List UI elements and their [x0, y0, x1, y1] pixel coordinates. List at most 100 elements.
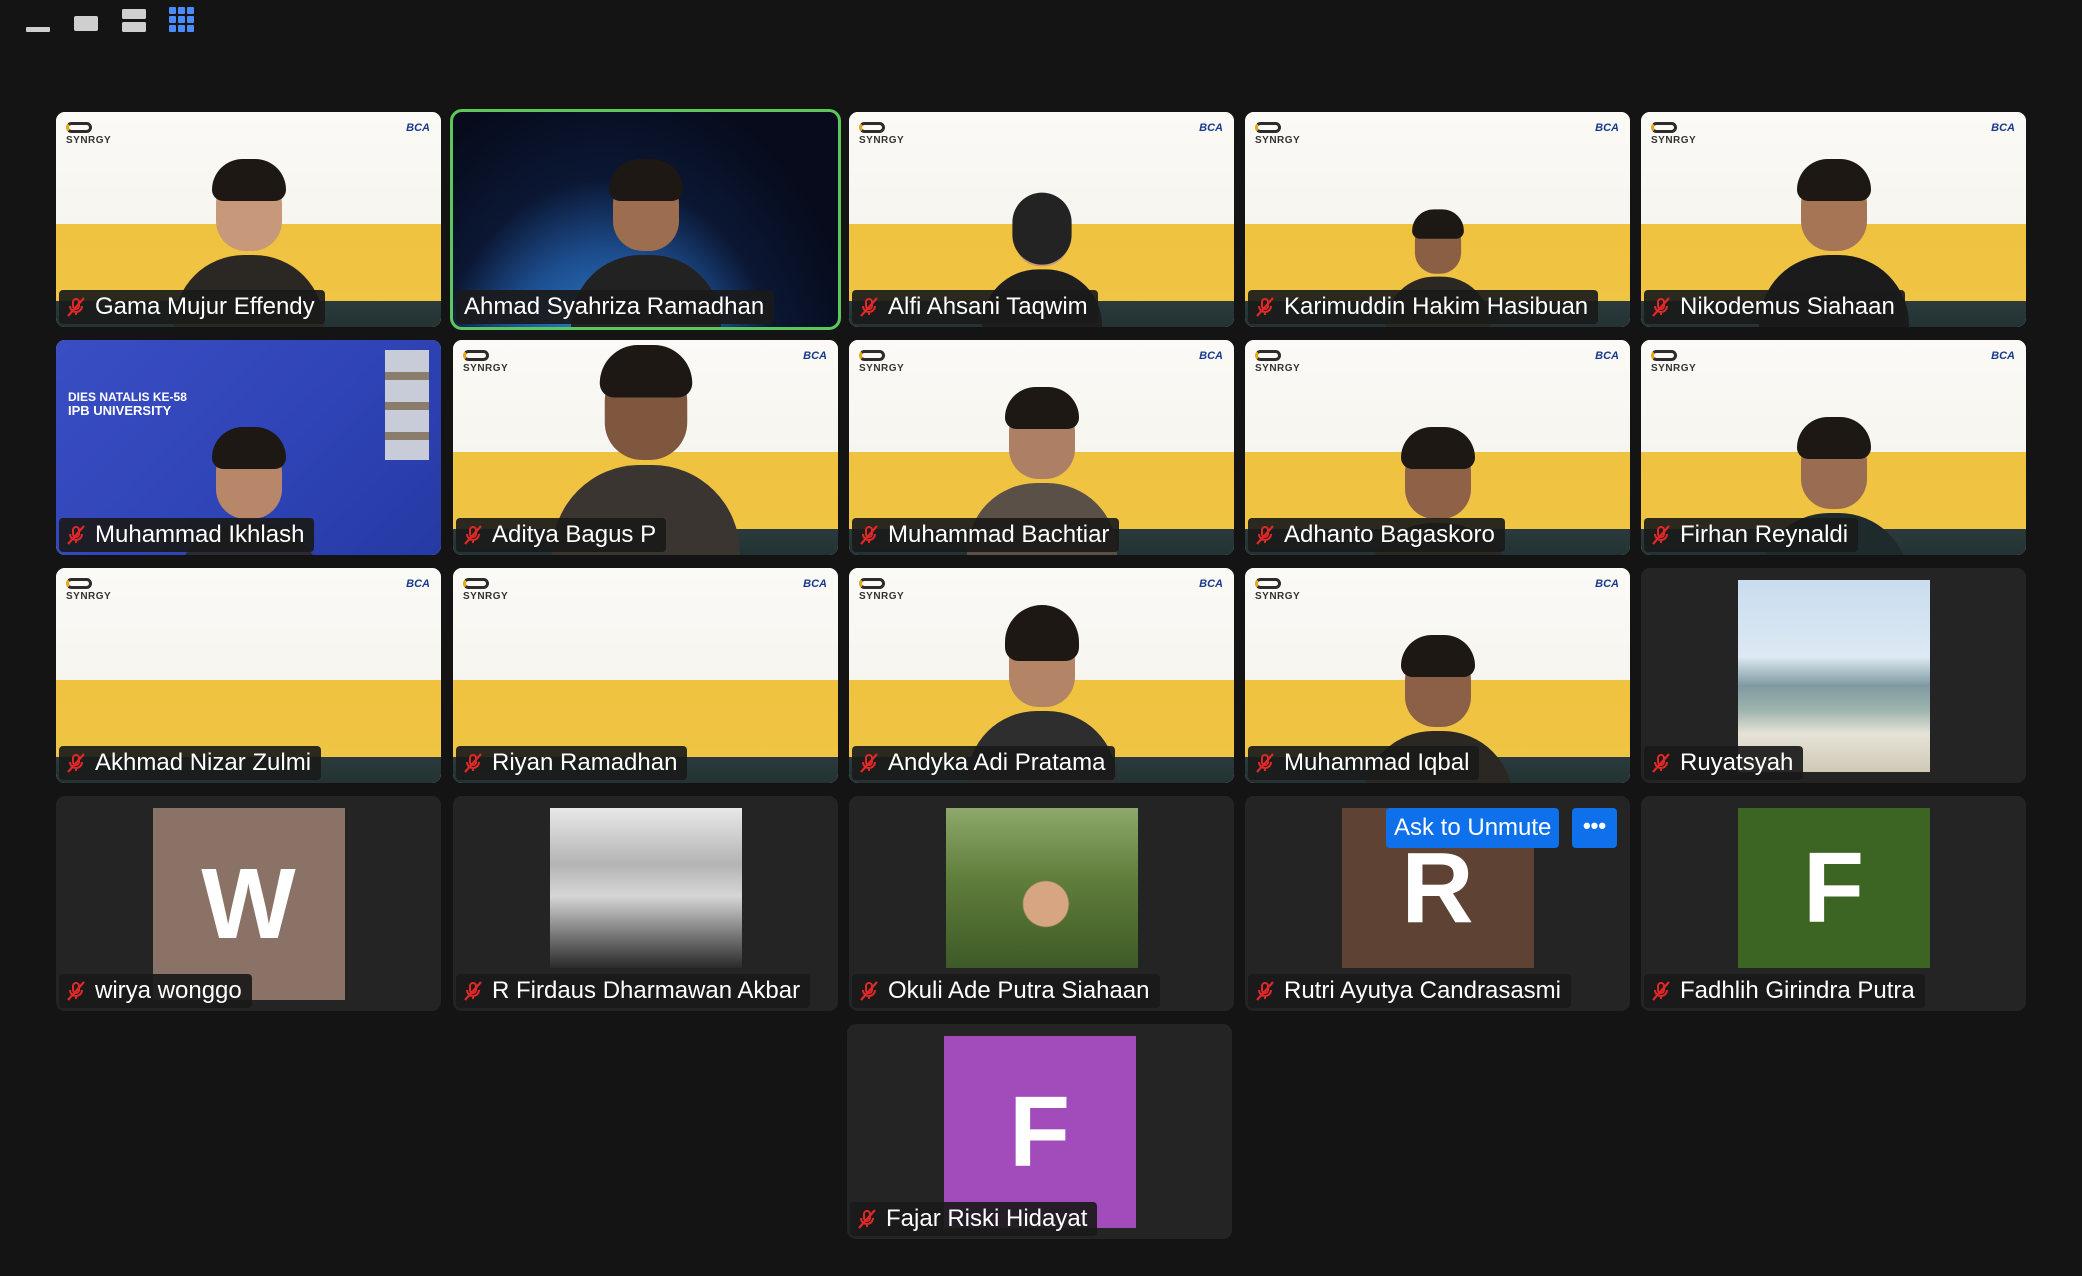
- participant-tile[interactable]: R Ask to Unmute ••• Rutri Ayutya Candras…: [1245, 796, 1630, 1011]
- participant-name-tag: Fadhlih Girindra Putra: [1644, 974, 1925, 1008]
- participant-name: Karimuddin Hakim Hasibuan: [1284, 293, 1589, 320]
- bca-logo: BCA: [1199, 122, 1223, 134]
- synrgy-logo: SYNRGY: [1255, 350, 1300, 374]
- participant-name: Muhammad Ikhlash: [95, 521, 305, 548]
- synrgy-logo: SYNRGY: [66, 578, 111, 602]
- initial-avatar: F: [943, 1036, 1136, 1228]
- participant-tile[interactable]: F Fajar Riski Hidayat: [847, 1024, 1232, 1239]
- participant-name: Ahmad Syahriza Ramadhan: [464, 293, 765, 320]
- mic-muted-icon: [464, 981, 482, 1001]
- mic-muted-icon: [464, 753, 482, 773]
- participant-name-tag: Rutri Ayutya Candrasasmi: [1248, 974, 1572, 1008]
- participant-name-tag: Muhammad Bachtiar: [852, 518, 1120, 552]
- background-caption: DIES NATALIS KE-58 IPB UNIVERSITY: [68, 390, 187, 418]
- participant-name: Aditya Bagus P: [492, 521, 657, 548]
- participant-tile[interactable]: SYNRGY BCA Riyan Ramadhan: [453, 568, 838, 783]
- participant-tile[interactable]: SYNRGY BCA Andyka Adi Pratama: [849, 568, 1234, 783]
- bca-logo: BCA: [1199, 350, 1223, 362]
- participant-name-tag: Gama Mujur Effendy: [59, 290, 325, 324]
- mic-muted-icon: [67, 525, 85, 545]
- participant-tile[interactable]: R Firdaus Dharmawan Akbar: [453, 796, 838, 1011]
- mic-muted-icon: [860, 297, 878, 317]
- participant-tile[interactable]: Okuli Ade Putra Siahaan: [849, 796, 1234, 1011]
- participant-name: Fajar Riski Hidayat: [886, 1205, 1088, 1232]
- participant-tile[interactable]: W wirya wonggo: [56, 796, 441, 1011]
- minimize-view-icon[interactable]: [24, 6, 56, 38]
- synrgy-logo: SYNRGY: [463, 350, 508, 374]
- bca-logo: BCA: [803, 578, 827, 590]
- participant-name: Akhmad Nizar Zulmi: [95, 749, 312, 776]
- participant-tile[interactable]: SYNRGY BCA Muhammad Bachtiar: [849, 340, 1234, 555]
- participant-name-tag: Andyka Adi Pratama: [852, 746, 1116, 780]
- participant-tile[interactable]: SYNRGY BCA Akhmad Nizar Zulmi: [56, 568, 441, 783]
- participant-tile[interactable]: F Fadhlih Girindra Putra: [1641, 796, 2026, 1011]
- synrgy-logo: SYNRGY: [859, 122, 904, 146]
- mic-muted-icon: [1256, 753, 1274, 773]
- mic-muted-icon: [67, 753, 85, 773]
- bca-logo: BCA: [406, 122, 430, 134]
- mic-muted-icon: [1652, 981, 1670, 1001]
- stacked-view-icon[interactable]: [120, 6, 152, 38]
- synrgy-logo: SYNRGY: [859, 350, 904, 374]
- synrgy-logo: SYNRGY: [463, 578, 508, 602]
- participant-tile[interactable]: SYNRGY BCA Gama Mujur Effendy: [56, 112, 441, 327]
- bca-logo: BCA: [1595, 122, 1619, 134]
- mic-muted-icon: [67, 981, 85, 1001]
- initial-avatar: W: [152, 808, 345, 1000]
- participant-name-tag: Nikodemus Siahaan: [1644, 290, 1905, 324]
- bca-logo: BCA: [1595, 350, 1619, 362]
- mic-muted-icon: [67, 297, 85, 317]
- participant-name-tag: Riyan Ramadhan: [456, 746, 688, 780]
- mic-muted-icon: [1652, 525, 1670, 545]
- participant-name: Andyka Adi Pratama: [888, 749, 1106, 776]
- bca-logo: BCA: [406, 578, 430, 590]
- participant-tile[interactable]: SYNRGY BCA Firhan Reynaldi: [1641, 340, 2026, 555]
- participant-name-tag: Aditya Bagus P: [456, 518, 667, 552]
- mic-muted-icon: [1256, 297, 1274, 317]
- participant-name: Fadhlih Girindra Putra: [1680, 977, 1915, 1004]
- mic-muted-icon: [1256, 525, 1274, 545]
- synrgy-logo: SYNRGY: [1651, 122, 1696, 146]
- mic-muted-icon: [1652, 753, 1670, 773]
- participant-name-tag: Ahmad Syahriza Ramadhan: [456, 290, 775, 324]
- participant-name-tag: Akhmad Nizar Zulmi: [59, 746, 322, 780]
- speaker-view-icon[interactable]: [72, 6, 104, 38]
- participant-name: Firhan Reynaldi: [1680, 521, 1849, 548]
- participant-tile-active-speaker[interactable]: Ahmad Syahriza Ramadhan: [450, 109, 841, 330]
- bca-logo: BCA: [1991, 350, 2015, 362]
- participant-name-tag: Alfi Ahsani Taqwim: [852, 290, 1098, 324]
- participant-tile[interactable]: SYNRGY BCA Nikodemus Siahaan: [1641, 112, 2026, 327]
- participant-name: R Firdaus Dharmawan Akbar: [492, 977, 801, 1004]
- participant-tile[interactable]: SYNRGY BCA Aditya Bagus P: [453, 340, 838, 555]
- participant-name-tag: Firhan Reynaldi: [1644, 518, 1859, 552]
- participant-tile[interactable]: DIES NATALIS KE-58 IPB UNIVERSITY Muhamma…: [56, 340, 441, 555]
- more-options-button[interactable]: •••: [1572, 808, 1617, 848]
- gallery-view-icon[interactable]: [168, 6, 200, 38]
- synrgy-logo: SYNRGY: [66, 122, 111, 146]
- participant-name: Adhanto Bagaskoro: [1284, 521, 1495, 548]
- view-toolbar: [24, 6, 200, 38]
- participant-tile[interactable]: SYNRGY BCA Adhanto Bagaskoro: [1245, 340, 1630, 555]
- bca-logo: BCA: [803, 350, 827, 362]
- participant-tile[interactable]: SYNRGY BCA Alfi Ahsani Taqwim: [849, 112, 1234, 327]
- participant-tile[interactable]: SYNRGY BCA Karimuddin Hakim Hasibuan: [1245, 112, 1630, 327]
- synrgy-logo: SYNRGY: [1255, 122, 1300, 146]
- participant-name-tag: Okuli Ade Putra Siahaan: [852, 974, 1160, 1008]
- participant-name-tag: R Firdaus Dharmawan Akbar: [456, 974, 811, 1008]
- bca-logo: BCA: [1991, 122, 2015, 134]
- initial-avatar: F: [1737, 808, 1930, 968]
- participant-tile[interactable]: Ruyatsyah: [1641, 568, 2026, 783]
- mic-muted-icon: [858, 1209, 876, 1229]
- participant-name: Muhammad Bachtiar: [888, 521, 1110, 548]
- mic-muted-icon: [1256, 981, 1274, 1001]
- ask-to-unmute-button[interactable]: Ask to Unmute: [1386, 808, 1560, 848]
- synrgy-logo: SYNRGY: [859, 578, 904, 602]
- participant-tile[interactable]: SYNRGY BCA Muhammad Iqbal: [1245, 568, 1630, 783]
- participant-name: Nikodemus Siahaan: [1680, 293, 1895, 320]
- participant-name: Muhammad Iqbal: [1284, 749, 1470, 776]
- mic-muted-icon: [860, 525, 878, 545]
- profile-photo: [1737, 580, 1930, 772]
- participant-name: Ruyatsyah: [1680, 749, 1794, 776]
- mic-muted-icon: [1652, 297, 1670, 317]
- participant-name-tag: Adhanto Bagaskoro: [1248, 518, 1505, 552]
